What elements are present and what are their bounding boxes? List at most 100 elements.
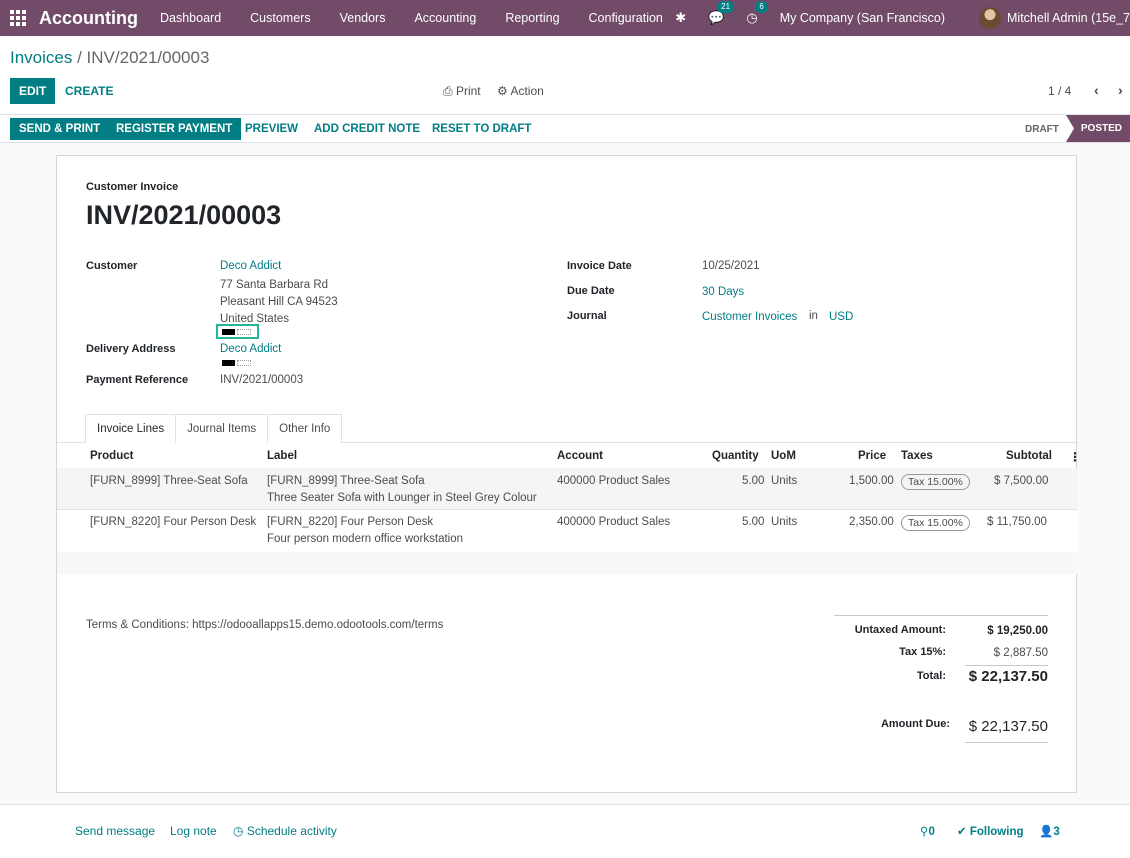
breadcrumb-current: INV/2021/00003	[86, 48, 210, 67]
row2-label-2: Four person modern office workstation	[267, 533, 464, 545]
schedule-activity-label: Schedule activity	[246, 824, 337, 838]
col-quantity[interactable]: Quantity	[712, 450, 759, 462]
preview-button[interactable]: PREVIEW	[245, 123, 298, 135]
menu-vendors[interactable]: Vendors	[340, 11, 386, 25]
row1-uom: Units	[771, 475, 798, 487]
bug-icon[interactable]: ✱	[675, 10, 686, 26]
menu-configuration[interactable]: Configuration	[589, 11, 663, 25]
tax-value: $ 2,887.50	[993, 647, 1048, 659]
menu-accounting[interactable]: Accounting	[414, 11, 476, 25]
clock-icon: ◷	[233, 824, 244, 838]
following-button[interactable]: ✔ Following	[957, 824, 1024, 838]
add-credit-note-button[interactable]: ADD CREDIT NOTE	[314, 123, 420, 135]
following-label: Following	[969, 826, 1024, 838]
followers-button[interactable]: 👤3	[1039, 824, 1060, 838]
row1-subtotal: $ 7,500.00	[994, 475, 1049, 487]
invoice-date-value: 10/25/2021	[702, 260, 760, 272]
amount-due-value: $ 22,137.50	[968, 718, 1048, 735]
print-label: Print	[455, 84, 481, 98]
print-dropdown[interactable]: ⎙ Print	[443, 84, 481, 99]
table-row-empty	[57, 552, 1078, 574]
stage-draft[interactable]: DRAFT	[1025, 124, 1059, 135]
untaxed-amount-value: $ 19,250.00	[987, 625, 1048, 637]
untaxed-amount-label: Untaxed Amount:	[854, 624, 946, 636]
menu-reporting[interactable]: Reporting	[505, 11, 559, 25]
total-value: $ 22,137.50	[968, 668, 1048, 685]
tab-journal-items[interactable]: Journal Items	[175, 414, 269, 443]
chatter-divider	[0, 804, 1130, 805]
currency-link[interactable]: USD	[829, 311, 853, 323]
company-switcher[interactable]: My Company (San Francisco)	[780, 11, 945, 25]
col-price[interactable]: Price	[858, 450, 886, 462]
action-label: Action	[510, 84, 544, 98]
row1-account: 400000 Product Sales	[557, 475, 671, 487]
send-print-button[interactable]: SEND & PRINT	[10, 118, 110, 140]
row2-account: 400000 Product Sales	[557, 516, 671, 528]
top-navbar: Accounting Dashboard Customers Vendors A…	[0, 0, 1130, 36]
action-dropdown[interactable]: ⚙ Action	[497, 84, 544, 98]
chat-icon[interactable]: 💬 21	[708, 1, 735, 26]
pager-value[interactable]: 1 / 4	[1048, 84, 1071, 98]
schedule-activity-button[interactable]: ◷ Schedule activity	[233, 824, 337, 838]
col-uom[interactable]: UoM	[771, 450, 796, 462]
col-subtotal[interactable]: Subtotal	[1006, 450, 1052, 462]
reset-to-draft-button[interactable]: RESET TO DRAFT	[432, 123, 531, 135]
due-date-label: Due Date	[567, 285, 615, 297]
tab-invoice-lines[interactable]: Invoice Lines	[85, 414, 177, 443]
main-menu: Dashboard Customers Vendors Accounting R…	[160, 11, 692, 25]
invoice-type: Customer Invoice	[86, 181, 179, 193]
customer-label: Customer	[86, 260, 138, 272]
journal-link[interactable]: Customer Invoices	[702, 311, 797, 323]
total-label: Total:	[916, 670, 946, 682]
tab-other-info[interactable]: Other Info	[267, 414, 343, 443]
row2-uom: Units	[771, 516, 798, 528]
menu-dashboard[interactable]: Dashboard	[160, 11, 221, 25]
send-message-button[interactable]: Send message	[75, 824, 155, 838]
pager-next-icon[interactable]: ›	[1118, 82, 1123, 98]
apps-menu-icon[interactable]	[0, 0, 36, 36]
row1-label-1: [FURN_8999] Three-Seat Sofa	[267, 475, 425, 487]
due-date-value[interactable]: 30 Days	[702, 286, 744, 298]
chat-count-badge: 21	[717, 1, 735, 13]
col-account[interactable]: Account	[557, 450, 603, 462]
menu-customers[interactable]: Customers	[250, 11, 310, 25]
stage-posted: POSTED	[1066, 115, 1130, 142]
total-divider	[965, 665, 1048, 666]
breadcrumb-separator: /	[72, 48, 87, 67]
totals-top-divider	[834, 615, 1048, 616]
user-avatar[interactable]	[979, 7, 1002, 29]
check-icon: ✔	[957, 826, 967, 838]
user-menu[interactable]: Mitchell Admin (15e_7	[1007, 11, 1130, 25]
flag-icon	[222, 329, 252, 335]
col-product[interactable]: Product	[90, 450, 133, 462]
journal-in-text: in	[809, 310, 818, 322]
column-options-icon[interactable]: ⋮	[1069, 450, 1081, 464]
register-payment-button[interactable]: REGISTER PAYMENT	[107, 118, 242, 140]
delivery-address-label: Delivery Address	[86, 343, 176, 355]
activity-count-badge: 6	[755, 1, 768, 13]
row2-product: [FURN_8220] Four Person Desk	[90, 516, 257, 528]
tax-label: Tax 15%:	[899, 646, 946, 658]
app-name[interactable]: Accounting	[39, 8, 138, 29]
payment-reference-label: Payment Reference	[86, 374, 189, 386]
followers-count: 3	[1053, 826, 1060, 838]
pager-previous-icon[interactable]: ‹	[1094, 82, 1099, 98]
delivery-flag-icon	[222, 360, 252, 366]
col-taxes[interactable]: Taxes	[901, 450, 933, 462]
gear-icon: ⚙	[497, 84, 508, 98]
activity-clock-icon[interactable]: ◷ 6	[746, 1, 768, 26]
col-label[interactable]: Label	[267, 450, 297, 462]
row2-tax-tag: Tax 15.00%	[901, 515, 970, 531]
create-button[interactable]: CREATE	[65, 84, 113, 98]
breadcrumb-invoices-link[interactable]: Invoices	[10, 48, 72, 67]
journal-label: Journal	[567, 310, 607, 322]
attachments-button[interactable]: ⚲0	[920, 824, 935, 838]
breadcrumb: Invoices / INV/2021/00003	[10, 48, 209, 68]
row2-subtotal: $ 11,750.00	[987, 516, 1047, 528]
customer-link[interactable]: Deco Addict	[220, 260, 281, 272]
row1-price: 1,500.00	[849, 475, 894, 487]
delivery-address-link[interactable]: Deco Addict	[220, 343, 281, 355]
edit-button[interactable]: EDIT	[10, 78, 56, 104]
log-note-button[interactable]: Log note	[170, 824, 217, 838]
row1-tax-tag: Tax 15.00%	[901, 474, 970, 490]
